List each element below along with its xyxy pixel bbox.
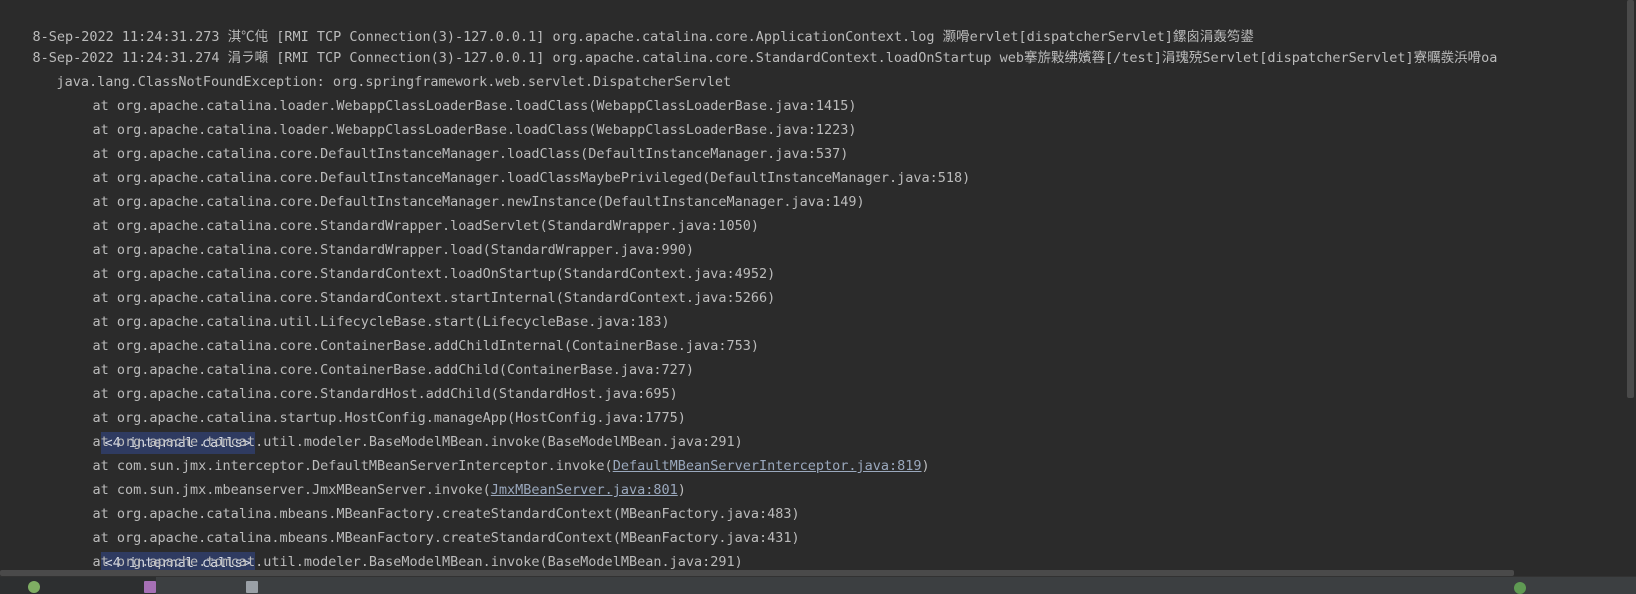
vertical-scrollbar-thumb[interactable] (1627, 0, 1634, 398)
stack-frame: at org.apache.catalina.loader.WebappClas… (60, 69, 857, 114)
tool-window-bar (0, 576, 1636, 594)
stack-frame: at org.apache.catalina.core.DefaultInsta… (60, 165, 865, 210)
horizontal-scrollbar[interactable] (0, 564, 1622, 576)
stack-frame: at com.sun.jmx.mbeanserver.JmxMBeanServe… (60, 453, 686, 498)
stack-frame: at org.apache.tomcat.util.modeler.BaseMo… (60, 405, 743, 450)
exception-header: java.lang.ClassNotFoundException: org.sp… (24, 45, 732, 90)
stack-frame: at org.apache.catalina.core.ContainerBas… (60, 309, 759, 354)
stack-frame: at org.apache.catalina.util.LifecycleBas… (60, 285, 670, 330)
log-line-severe: 8-Sep-2022 11:24:31.274 涓ラ噸 [RMI TCP Con… (0, 21, 1498, 66)
tab-terminal[interactable] (140, 577, 232, 594)
list-icon (246, 581, 258, 593)
tab-services[interactable] (0, 577, 156, 594)
stack-frame: at org.apache.catalina.core.DefaultInsta… (60, 141, 971, 186)
stack-frame: at org.apache.catalina.core.ContainerBas… (60, 333, 694, 378)
stack-frame: at org.apache.catalina.core.StandardHost… (60, 357, 678, 402)
status-icon[interactable] (1514, 582, 1526, 594)
stack-frame: at com.sun.jmx.interceptor.DefaultMBeanS… (60, 429, 930, 474)
console-output: 8-Sep-2022 11:24:31.273 淇℃伅 [RMI TCP Con… (0, 0, 1622, 572)
stack-frame: at org.apache.tomcat.util.modeler.BaseMo… (60, 525, 743, 570)
stack-frame: at org.apache.catalina.core.DefaultInsta… (60, 117, 849, 162)
stack-frame: at org.apache.catalina.mbeans.MBeanFacto… (60, 501, 800, 572)
stack-frame: at org.apache.catalina.startup.HostConfi… (60, 381, 686, 454)
paren: ) (921, 458, 930, 474)
stack-frame: at org.apache.catalina.core.StandardCont… (60, 237, 776, 282)
stack-frame: at org.apache.catalina.core.StandardWrap… (60, 189, 759, 234)
gear-icon (28, 581, 40, 593)
stack-frame: at org.apache.catalina.core.StandardCont… (60, 261, 776, 306)
vertical-scrollbar[interactable] (1622, 0, 1636, 572)
stack-frame: at org.apache.catalina.loader.WebappClas… (60, 93, 857, 138)
tab-java-enterprise[interactable] (242, 577, 356, 594)
terminal-icon (144, 581, 156, 593)
stack-frame: at org.apache.catalina.mbeans.MBeanFacto… (60, 477, 800, 522)
stack-frame: at org.apache.catalina.core.StandardWrap… (60, 213, 694, 258)
